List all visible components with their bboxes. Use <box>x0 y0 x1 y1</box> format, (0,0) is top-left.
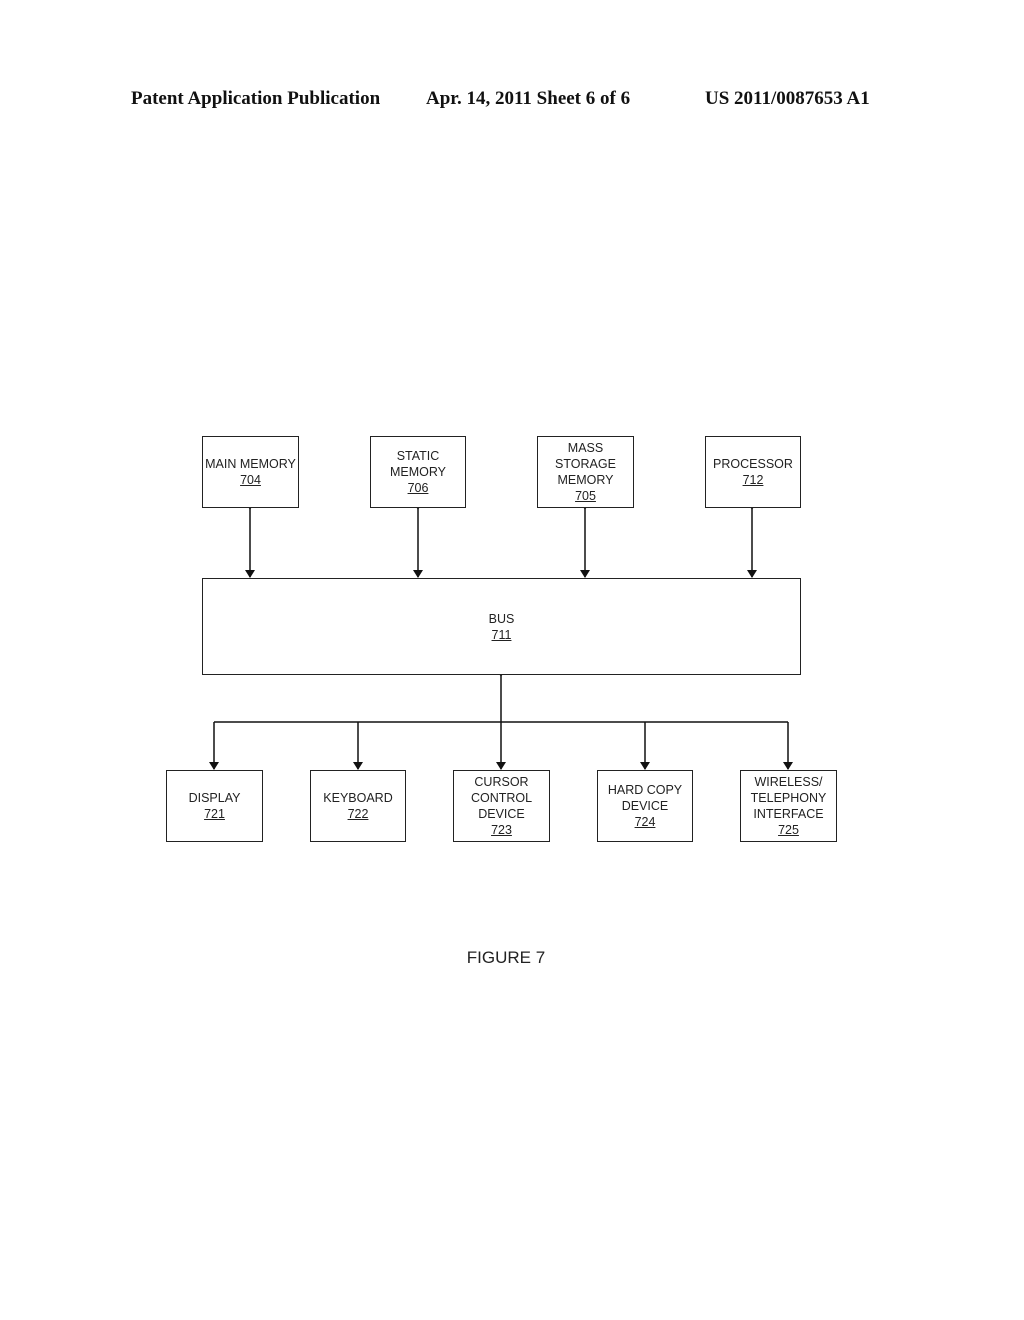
box-label: KEYBOARD <box>323 791 393 805</box>
box-label: PROCESSOR <box>713 457 793 471</box>
box-label: HARD COPY DEVICE <box>607 783 683 813</box>
box-bus: BUS 711 <box>202 578 801 675</box>
box-label: WIRELESS/ TELEPHONY INTERFACE <box>750 775 827 821</box>
box-label: BUS <box>488 611 515 626</box>
box-ref: 725 <box>778 823 799 837</box>
box-processor: PROCESSOR 712 <box>705 436 801 508</box>
box-mass-storage-memory: MASS STORAGE MEMORY 705 <box>537 436 634 508</box>
box-label: STATIC MEMORY <box>389 449 447 479</box>
box-ref: 704 <box>240 473 261 487</box>
box-label: MASS STORAGE MEMORY <box>555 441 616 487</box>
box-keyboard: KEYBOARD 722 <box>310 770 406 842</box>
box-main-memory: MAIN MEMORY 704 <box>202 436 299 508</box>
box-cursor-control-device: CURSOR CONTROL DEVICE 723 <box>453 770 550 842</box>
box-hard-copy-device: HARD COPY DEVICE 724 <box>597 770 693 842</box>
box-ref: 721 <box>204 807 225 821</box>
box-ref: 724 <box>634 815 656 829</box>
box-label: MAIN MEMORY <box>205 457 296 471</box>
block-diagram: MAIN MEMORY 704 STATIC MEMORY 706 MASS S… <box>0 0 1024 1320</box>
figure-caption: FIGURE 7 <box>466 948 546 967</box>
box-wireless-telephony-interface: WIRELESS/ TELEPHONY INTERFACE 725 <box>740 770 837 842</box>
box-label: CURSOR CONTROL DEVICE <box>470 775 533 821</box>
box-ref: 711 <box>491 627 512 642</box>
box-static-memory: STATIC MEMORY 706 <box>370 436 466 508</box>
box-ref: 712 <box>742 473 764 487</box>
box-ref: 706 <box>407 481 429 495</box>
box-display: DISPLAY 721 <box>166 770 263 842</box>
box-ref: 705 <box>575 489 596 503</box>
box-ref: 722 <box>347 807 369 821</box>
box-label: DISPLAY <box>188 791 241 805</box>
box-ref: 723 <box>491 823 512 837</box>
